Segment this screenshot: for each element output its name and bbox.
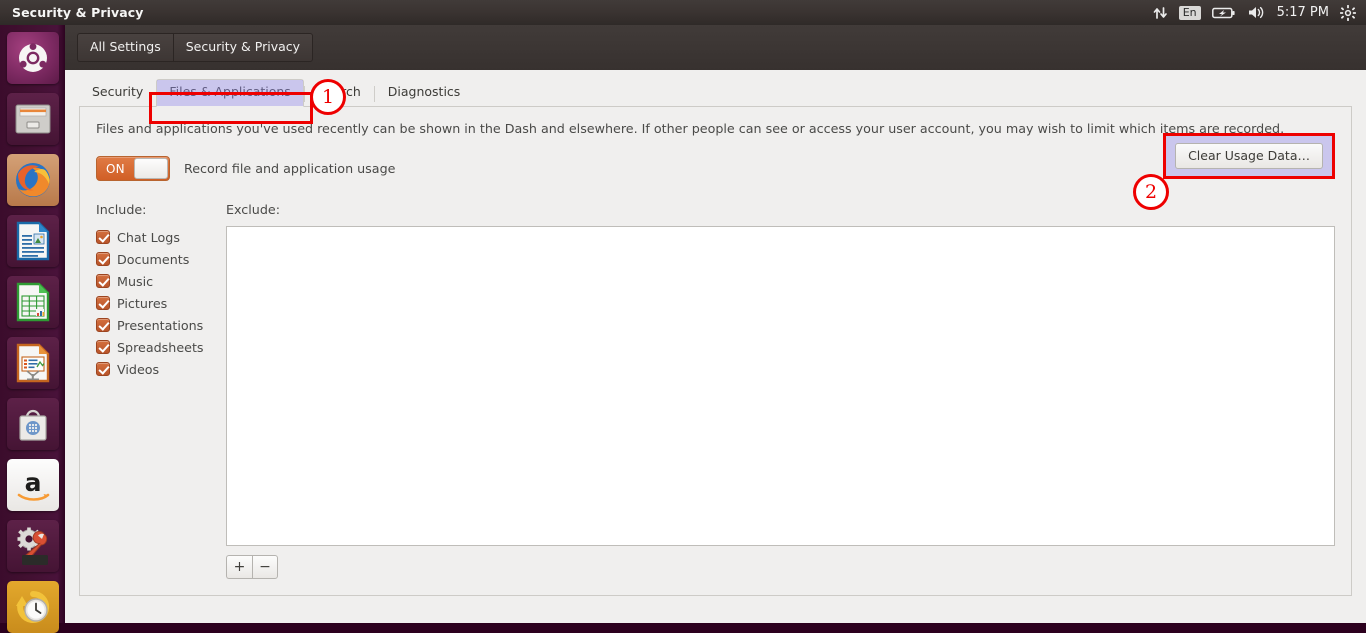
include-item-spreadsheets[interactable]: Spreadsheets: [96, 336, 226, 358]
include-item-label: Chat Logs: [117, 229, 180, 245]
window-toolbar: All Settings Security & Privacy: [65, 25, 1366, 70]
tab-files-and-applications[interactable]: Files & Applications: [156, 78, 304, 107]
remove-exclude-button[interactable]: −: [252, 555, 278, 580]
keyboard-layout-label: En: [1178, 5, 1201, 20]
include-item-label: Documents: [117, 251, 190, 267]
tab-strip: Security Files & Applications Search Dia…: [79, 78, 1352, 107]
tab-security[interactable]: Security: [79, 79, 156, 106]
all-settings-button[interactable]: All Settings: [77, 32, 173, 63]
launcher-item-files[interactable]: [6, 93, 59, 145]
launcher-item-libreoffice-writer[interactable]: [6, 215, 59, 267]
clear-usage-data-button[interactable]: Clear Usage Data…: [1175, 143, 1323, 169]
include-item-videos[interactable]: Videos: [96, 358, 226, 380]
include-column: Include: Chat Logs Documents Music Pictu…: [96, 202, 226, 579]
include-exclude-area: Include: Chat Logs Documents Music Pictu…: [96, 202, 1335, 580]
record-usage-label: Record file and application usage: [184, 161, 396, 177]
checkbox-checked-icon[interactable]: [96, 362, 110, 377]
checkbox-checked-icon[interactable]: [96, 296, 110, 311]
clock[interactable]: 5:17 PM: [1277, 6, 1329, 19]
toggle-state-label: ON: [106, 161, 125, 176]
exclude-header: Exclude:: [226, 202, 280, 218]
notebook: Security Files & Applications Search Dia…: [65, 70, 1366, 623]
panel-title: Security & Privacy: [12, 5, 144, 20]
annotation-badge-2: 2: [1133, 174, 1169, 210]
tab-diagnostics[interactable]: Diagnostics: [375, 79, 474, 106]
record-usage-toggle[interactable]: ON: [96, 156, 170, 182]
clear-usage-data-highlight: Clear Usage Data…: [1163, 133, 1335, 179]
include-item-label: Music: [117, 273, 154, 289]
unity-launcher: a: [0, 25, 65, 633]
launcher-item-system-settings[interactable]: [6, 520, 59, 572]
network-updown-icon[interactable]: [1153, 6, 1168, 20]
panel-description: Files and applications you've used recen…: [96, 121, 1285, 136]
include-item-label: Presentations: [117, 317, 204, 333]
launcher-item-software-center[interactable]: [6, 398, 59, 450]
svg-text:a: a: [24, 468, 41, 497]
gear-icon[interactable]: [1340, 4, 1356, 21]
launcher-item-amazon[interactable]: a: [6, 459, 59, 511]
launcher-item-backups[interactable]: [6, 581, 59, 633]
system-tray: En 5:17 PM: [1153, 4, 1366, 21]
include-item-presentations[interactable]: Presentations: [96, 314, 226, 336]
checkbox-checked-icon[interactable]: [96, 318, 110, 333]
annotation-badge-1: 1: [310, 79, 346, 115]
checkbox-checked-icon[interactable]: [96, 340, 110, 355]
include-item-chat-logs[interactable]: Chat Logs: [96, 226, 226, 248]
launcher-item-ubuntu-dash[interactable]: [6, 32, 59, 84]
volume-icon[interactable]: [1247, 5, 1266, 20]
include-item-pictures[interactable]: Pictures: [96, 292, 226, 314]
include-item-label: Videos: [117, 361, 160, 377]
include-item-documents[interactable]: Documents: [96, 248, 226, 270]
top-panel: Security & Privacy En 5:17 PM: [0, 0, 1366, 25]
include-header: Include:: [96, 202, 147, 218]
exclude-list[interactable]: [226, 226, 1335, 547]
toolbar-button-group: All Settings Security & Privacy: [77, 32, 314, 63]
checkbox-checked-icon[interactable]: [96, 252, 110, 267]
settings-window: All Settings Security & Privacy Security…: [65, 25, 1366, 623]
checkbox-checked-icon[interactable]: [96, 230, 110, 245]
include-item-music[interactable]: Music: [96, 270, 226, 292]
checkbox-checked-icon[interactable]: [96, 274, 110, 289]
exclude-column: Exclude: + −: [226, 202, 1335, 580]
battery-charging-icon[interactable]: [1211, 6, 1236, 20]
include-item-label: Pictures: [117, 295, 168, 311]
keyboard-layout-indicator[interactable]: En: [1178, 5, 1201, 20]
toggle-knob: [134, 158, 168, 180]
include-item-label: Spreadsheets: [117, 339, 204, 355]
add-exclude-button[interactable]: +: [226, 555, 252, 580]
panel-name-button[interactable]: Security & Privacy: [172, 32, 314, 63]
clear-usage-data-annotation-wrap: Clear Usage Data…: [1163, 133, 1335, 179]
launcher-item-firefox[interactable]: [6, 154, 59, 206]
launcher-item-libreoffice-impress[interactable]: [6, 337, 59, 389]
exclude-list-controls: + −: [226, 555, 1335, 580]
launcher-item-libreoffice-calc[interactable]: [6, 276, 59, 328]
